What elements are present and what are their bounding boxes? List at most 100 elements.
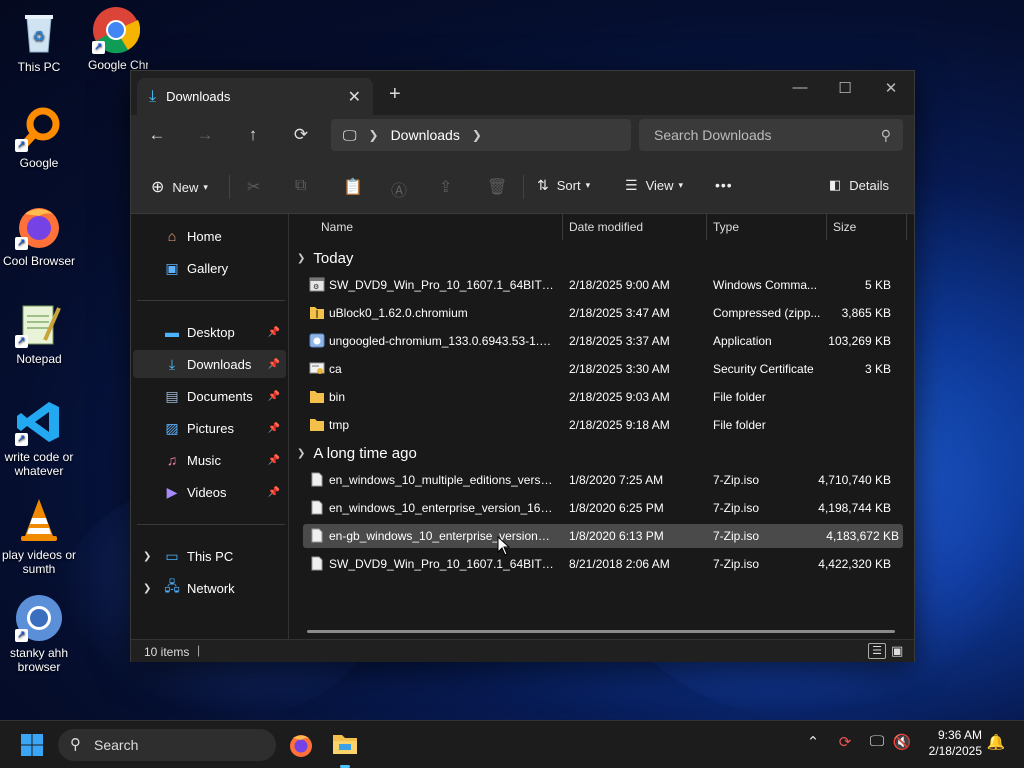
file-date: 2/18/2025 9:00 AM: [569, 278, 670, 292]
file-date: 1/8/2020 7:25 AM: [569, 473, 664, 487]
maximize-button[interactable]: ☐: [830, 79, 860, 97]
sidebar-item-home[interactable]: ⌂ Home: [133, 222, 286, 250]
file-icon: [311, 528, 323, 543]
table-row[interactable]: ungoogled-chromium_133.0.6943.53-1.1... …: [303, 329, 903, 353]
cut-icon[interactable]: ✂: [247, 177, 260, 197]
sidebar-item-videos[interactable]: ▶ Videos 📌: [133, 478, 286, 506]
file-size: 3,865 KB: [841, 306, 891, 320]
sidebar-item-documents[interactable]: ▤ Documents 📌: [133, 382, 286, 410]
file-name: ungoogled-chromium_133.0.6943.53-1.1...: [329, 334, 555, 348]
file-explorer-icon[interactable]: [332, 732, 358, 756]
videos-icon: ▶: [166, 483, 178, 500]
new-tab-button[interactable]: +: [389, 83, 401, 106]
back-button[interactable]: ←: [143, 125, 171, 149]
update-sync-icon[interactable]: ⟳: [834, 733, 856, 751]
copy-icon[interactable]: ⧉: [295, 177, 306, 195]
column-header-type[interactable]: Type: [713, 220, 739, 234]
file-type: Security Certificate: [713, 362, 814, 376]
desktop-icon-this-pc[interactable]: ♻ This PC: [0, 8, 81, 74]
horizontal-scrollbar[interactable]: [307, 630, 895, 633]
group-long-time-ago[interactable]: ❯ A long time ago: [297, 445, 417, 462]
network-monitor-icon[interactable]: 🖵: [866, 733, 888, 750]
search-input[interactable]: Search Downloads ⚲: [639, 119, 903, 151]
view-label: View: [645, 178, 674, 193]
column-header-date[interactable]: Date modified: [569, 220, 643, 234]
up-button[interactable]: ↑: [239, 125, 267, 149]
refresh-button[interactable]: ⟳: [287, 125, 315, 149]
file-type: File folder: [713, 390, 766, 404]
desktop-icon-label: stanky ahh browser: [9, 646, 69, 674]
sidebar-item-network[interactable]: ❯ 🖧 Network: [133, 574, 286, 602]
details-view-icon[interactable]: ☰: [868, 643, 886, 659]
group-label: Today: [313, 250, 354, 267]
chevron-right-icon[interactable]: ❯: [143, 551, 151, 562]
desktop-icon-google-chrome[interactable]: ↗ Google Chrome: [74, 6, 158, 72]
sidebar-item-desktop[interactable]: ▬ Desktop 📌: [133, 318, 286, 346]
table-row[interactable]: uBlock0_1.62.0.chromium 2/18/2025 3:47 A…: [303, 301, 903, 325]
file-name: en_windows_10_multiple_editions_versio..…: [329, 473, 555, 487]
file-type: Compressed (zipp...: [713, 306, 821, 320]
sidebar-item-downloads[interactable]: ⤓ Downloads 📌: [133, 350, 286, 378]
new-button[interactable]: ⊕ New ▾: [151, 177, 208, 197]
tiles-view-icon[interactable]: ▣: [891, 643, 903, 659]
desktop-icon-cool-browser[interactable]: ↗ Cool Browser: [0, 202, 81, 268]
new-label: New: [172, 179, 199, 195]
sidebar-item-label: Music: [187, 452, 221, 468]
table-row[interactable]: en_windows_10_multiple_editions_versio..…: [303, 468, 903, 492]
column-header-name[interactable]: Name: [321, 220, 353, 234]
minimize-button[interactable]: —: [785, 79, 815, 96]
table-row[interactable]: en_windows_10_enterprise_version_1607_..…: [303, 496, 903, 520]
table-row[interactable]: en-gb_windows_10_enterprise_version_1...…: [303, 524, 903, 548]
share-icon[interactable]: ⇪: [439, 177, 452, 197]
desktop-icon-stanky-browser[interactable]: ↗ stanky ahh browser: [0, 594, 81, 674]
sidebar-item-this-pc[interactable]: ❯ ▭ This PC: [133, 542, 286, 570]
status-bar: 10 items | ☰ ▣: [131, 639, 914, 662]
desktop-icon-notepad[interactable]: ↗ Notepad: [0, 300, 81, 366]
breadcrumb[interactable]: 🖵 ❯ Downloads ❯: [331, 119, 631, 151]
desktop-icon-vlc[interactable]: play videos or sumth: [0, 496, 81, 576]
notification-bell-icon[interactable]: 🔔: [986, 733, 1006, 751]
desktop-icon-label: Google: [19, 156, 59, 170]
sidebar-item-music[interactable]: ♫ Music 📌: [133, 446, 286, 474]
download-icon: ⤓: [168, 355, 176, 372]
table-row[interactable]: ca 2/18/2025 3:30 AM Security Certificat…: [303, 357, 903, 381]
forward-button[interactable]: →: [191, 125, 219, 149]
view-button[interactable]: ☰ View ▾: [625, 177, 683, 194]
clock[interactable]: 9:36 AM 2/18/2025: [918, 727, 982, 759]
desktop-icon-google[interactable]: ↗ Google: [0, 104, 81, 170]
firefox-icon[interactable]: [288, 732, 314, 758]
column-header-size[interactable]: Size: [833, 220, 856, 234]
sort-button[interactable]: ⇅ Sort ▾: [537, 177, 590, 194]
monitor-icon: ▭: [165, 547, 179, 564]
table-row[interactable]: tmp 2/18/2025 9:18 AM File folder: [303, 413, 903, 437]
sidebar-item-gallery[interactable]: ▣ Gallery: [133, 254, 286, 282]
taskbar-search-box[interactable]: ⚲ Search: [58, 729, 276, 761]
file-type: 7-Zip.iso: [713, 501, 760, 515]
chevron-right-icon: ❯: [471, 128, 482, 142]
tab-title: Downloads: [166, 89, 231, 104]
sort-icon: ⇅: [537, 177, 549, 193]
breadcrumb-downloads[interactable]: Downloads: [391, 127, 460, 143]
download-icon: ⤓: [149, 87, 157, 105]
more-options-button[interactable]: •••: [715, 177, 733, 193]
windows-start-icon[interactable]: [20, 733, 44, 757]
table-row[interactable]: bin 2/18/2025 9:03 AM File folder: [303, 385, 903, 409]
sidebar-item-pictures[interactable]: ▨ Pictures 📌: [133, 414, 286, 442]
delete-icon[interactable]: 🗑: [487, 177, 507, 197]
paste-icon[interactable]: 📋: [343, 177, 363, 197]
table-row[interactable]: SW_DVD9_Win_Pro_10_1607.1_64BIT_Eng... 8…: [303, 552, 903, 576]
rename-icon[interactable]: Ⓐ: [391, 177, 407, 201]
table-row[interactable]: ⚙ SW_DVD9_Win_Pro_10_1607.1_64BIT_Eng...…: [303, 273, 903, 297]
desktop-icon-vscode[interactable]: ↗ write code or whatever: [0, 398, 81, 478]
show-hidden-icons-button[interactable]: ⌃: [804, 733, 822, 751]
chevron-right-icon[interactable]: ❯: [143, 583, 151, 594]
close-tab-icon[interactable]: ✕: [348, 87, 361, 107]
file-date: 2/18/2025 3:37 AM: [569, 334, 670, 348]
group-today[interactable]: ❯ Today: [297, 250, 353, 267]
close-window-button[interactable]: ✕: [876, 79, 906, 97]
desktop-icon-label: play videos or sumth: [1, 548, 77, 576]
navigation-pane: ⌂ Home ▣ Gallery ▬ Desktop 📌 ⤓ Downloads…: [131, 214, 289, 639]
volume-muted-icon[interactable]: 🔇: [892, 733, 912, 751]
details-button[interactable]: ◧ Details: [829, 177, 889, 193]
tab-downloads[interactable]: ⤓ Downloads ✕: [137, 78, 373, 115]
